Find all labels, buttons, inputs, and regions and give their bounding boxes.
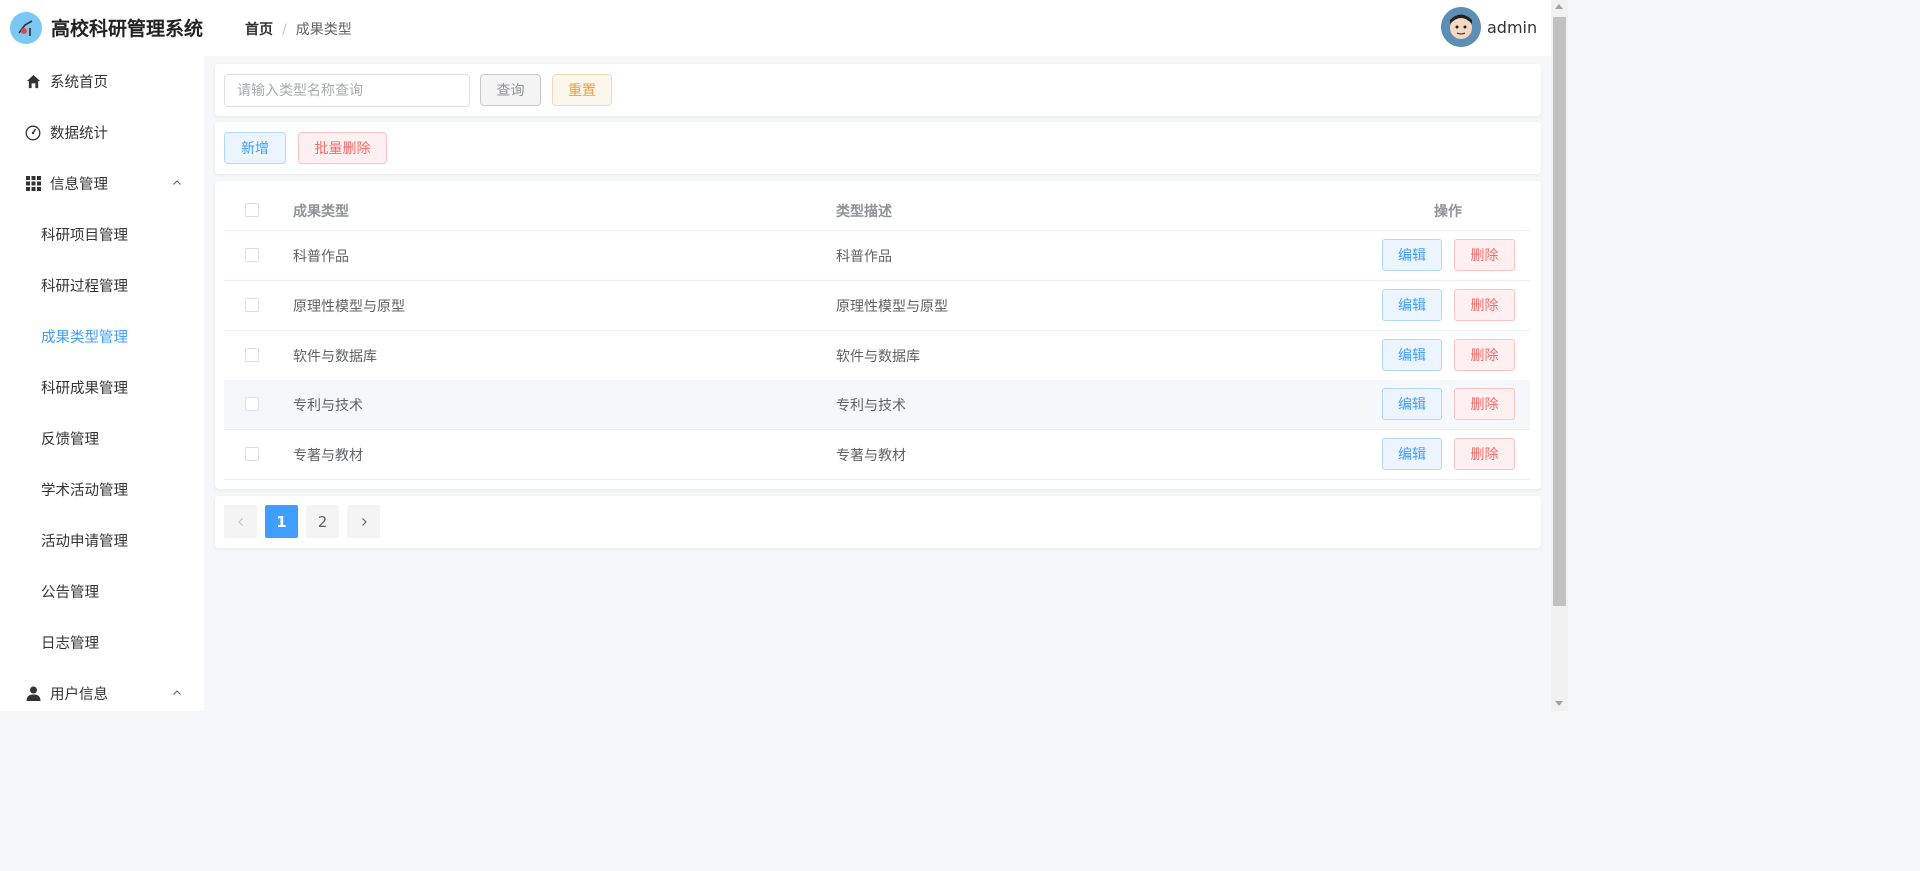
scroll-up-icon[interactable] [1555, 4, 1563, 9]
scroll-down-icon[interactable] [1555, 701, 1563, 706]
table-row: 专著与教材 专著与教材 编辑 删除 [224, 430, 1530, 480]
reset-button[interactable]: 重置 [552, 74, 612, 106]
breadcrumb: 首页 / 成果类型 [245, 19, 352, 39]
delete-button[interactable]: 删除 [1454, 438, 1515, 470]
sidebar-item-label: 用户信息 [50, 687, 108, 703]
sidebar-item-label: 科研项目管理 [41, 228, 128, 244]
sidebar-item-label: 成果类型管理 [41, 330, 128, 346]
delete-button[interactable]: 删除 [1454, 289, 1515, 321]
app-title: 高校科研管理系统 [51, 18, 204, 40]
avatar[interactable] [1441, 7, 1481, 47]
page-button-2[interactable]: 2 [306, 505, 339, 538]
edit-button[interactable]: 编辑 [1382, 388, 1442, 420]
row-checkbox[interactable] [245, 248, 259, 262]
table-row: 科普作品 科普作品 编辑 删除 [224, 231, 1530, 281]
home-icon [25, 74, 41, 90]
scrollbar-thumb[interactable] [1553, 17, 1566, 606]
cell-type: 专利与技术 [293, 398, 363, 414]
row-checkbox[interactable] [245, 397, 259, 411]
sidebar-item-label: 信息管理 [50, 177, 108, 193]
page-button-1[interactable]: 1 [265, 505, 298, 538]
breadcrumb-current: 成果类型 [295, 22, 352, 38]
user-icon [25, 686, 41, 702]
breadcrumb-home[interactable]: 首页 [245, 22, 273, 38]
add-button[interactable]: 新增 [224, 132, 286, 164]
chevron-up-icon [173, 180, 181, 185]
sidebar: 系统首页 数据统计 信息管理 科研项目管理 科研过程管理 成果类型管理 科研成果… [0, 56, 204, 711]
sidebar-item-research-achievements[interactable]: 科研成果管理 [0, 362, 204, 413]
row-checkbox[interactable] [245, 348, 259, 362]
cell-type: 专著与教材 [293, 448, 363, 464]
search-input[interactable] [224, 74, 470, 107]
batch-delete-button[interactable]: 批量删除 [298, 132, 387, 164]
sidebar-item-label: 反馈管理 [41, 432, 99, 448]
dashboard-gauge-icon [25, 125, 41, 141]
sidebar-item-label: 公告管理 [41, 585, 99, 601]
prev-page-button[interactable] [224, 505, 257, 538]
query-button[interactable]: 查询 [480, 74, 541, 106]
username[interactable]: admin [1487, 18, 1537, 37]
cell-description: 专著与教材 [836, 448, 906, 464]
sidebar-item-label: 系统首页 [50, 75, 108, 91]
table-row: 原理性模型与原型 原理性模型与原型 编辑 删除 [224, 281, 1530, 331]
column-header-type: 成果类型 [293, 204, 349, 220]
sidebar-item-achievement-types[interactable]: 成果类型管理 [0, 311, 204, 362]
edit-button[interactable]: 编辑 [1382, 289, 1442, 321]
app-logo [10, 12, 42, 44]
delete-button[interactable]: 删除 [1454, 339, 1515, 371]
edit-button[interactable]: 编辑 [1382, 339, 1442, 371]
sidebar-item-label: 学术活动管理 [41, 483, 128, 499]
select-all-checkbox[interactable] [245, 203, 259, 217]
sidebar-item-label: 日志管理 [41, 636, 99, 652]
table-row: 专利与技术 专利与技术 编辑 删除 [224, 380, 1530, 430]
chevron-up-icon [173, 690, 181, 695]
sidebar-item-research-process[interactable]: 科研过程管理 [0, 260, 204, 311]
sidebar-item-home[interactable]: 系统首页 [0, 56, 204, 107]
sidebar-item-label: 科研过程管理 [41, 279, 128, 295]
user-menu[interactable]: admin [1441, 7, 1537, 47]
chevron-right-icon [361, 517, 367, 526]
cell-type: 软件与数据库 [293, 349, 377, 365]
sidebar-item-research-projects[interactable]: 科研项目管理 [0, 209, 204, 260]
breadcrumb-separator: / [282, 22, 287, 38]
toolbar-card [215, 122, 1541, 174]
cell-description: 专利与技术 [836, 398, 906, 414]
sidebar-item-logs[interactable]: 日志管理 [0, 617, 204, 668]
edit-button[interactable]: 编辑 [1382, 438, 1442, 470]
cell-description: 原理性模型与原型 [836, 299, 948, 315]
pagination-card [215, 496, 1541, 548]
column-header-actions: 操作 [1434, 204, 1462, 220]
delete-button[interactable]: 删除 [1454, 239, 1515, 271]
grid-icon [25, 176, 41, 192]
sidebar-item-label: 科研成果管理 [41, 381, 128, 397]
table-row: 软件与数据库 软件与数据库 编辑 删除 [224, 331, 1530, 381]
top-header: 高校科研管理系统 首页 / 成果类型 admin [0, 0, 1551, 56]
row-checkbox[interactable] [245, 298, 259, 312]
sidebar-item-feedback[interactable]: 反馈管理 [0, 413, 204, 464]
cell-type: 原理性模型与原型 [293, 299, 405, 315]
sidebar-item-statistics[interactable]: 数据统计 [0, 107, 204, 158]
delete-button[interactable]: 删除 [1454, 388, 1515, 420]
sidebar-item-announcements[interactable]: 公告管理 [0, 566, 204, 617]
next-page-button[interactable] [347, 505, 380, 538]
cell-description: 软件与数据库 [836, 349, 920, 365]
sidebar-item-label: 活动申请管理 [41, 534, 128, 550]
column-header-description: 类型描述 [836, 204, 892, 220]
sidebar-item-user-info[interactable]: 用户信息 [0, 668, 204, 719]
row-checkbox[interactable] [245, 447, 259, 461]
sidebar-item-academic-activities[interactable]: 学术活动管理 [0, 464, 204, 515]
edit-button[interactable]: 编辑 [1382, 239, 1442, 271]
sidebar-item-activity-applications[interactable]: 活动申请管理 [0, 515, 204, 566]
cell-type: 科普作品 [293, 249, 349, 265]
page-scrollbar[interactable] [1551, 0, 1568, 711]
chevron-left-icon [237, 517, 243, 526]
cell-description: 科普作品 [836, 249, 892, 265]
sidebar-item-info-management[interactable]: 信息管理 [0, 158, 204, 209]
sidebar-item-label: 数据统计 [50, 126, 108, 142]
